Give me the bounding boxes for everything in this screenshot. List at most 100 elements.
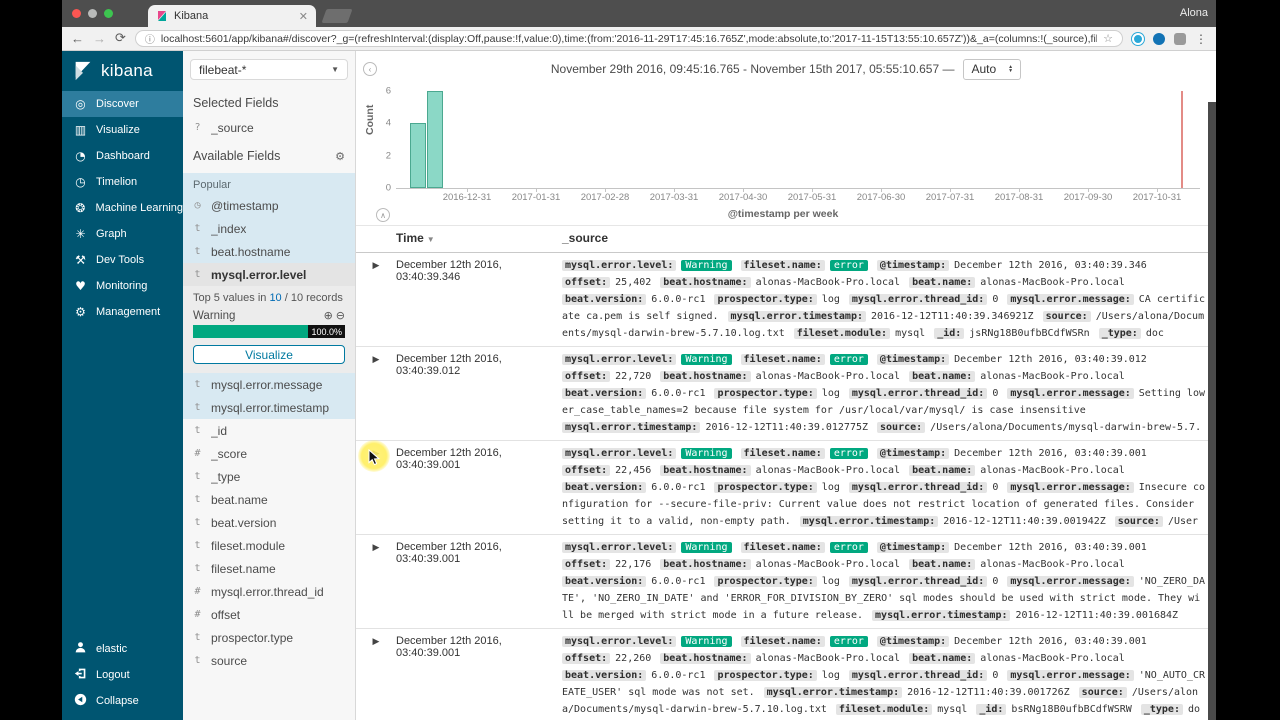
sidebar-footer-elastic[interactable]: elastic (62, 636, 183, 662)
extension-icon-2[interactable] (1153, 33, 1165, 45)
refresh-icon[interactable]: ⟳ (115, 32, 126, 45)
field-value: alonas-MacBook-Pro.local (756, 653, 901, 664)
field-item-beat-hostname[interactable]: tbeat.hostname (183, 240, 355, 263)
field-value: log (822, 482, 840, 493)
sidebar-item-timelion[interactable]: ◷Timelion (62, 169, 183, 195)
extension-icon-1[interactable] (1132, 33, 1144, 45)
forward-icon[interactable]: → (93, 32, 106, 45)
field-item-mysql-error-message[interactable]: tmysql.error.message (183, 373, 355, 396)
sidebar-item-discover[interactable]: ◎Discover (62, 91, 183, 117)
page-info-icon[interactable]: ⓘ (145, 31, 155, 46)
doc-source: mysql.error.level:Warningfileset.name:er… (562, 445, 1216, 530)
sidebar-item-graph[interactable]: ✳Graph (62, 221, 183, 247)
histogram-plot-area[interactable]: 64202016-12-312017-01-312017-02-282017-0… (396, 91, 1200, 189)
field-value: alonas-MacBook-Pro.local (756, 465, 901, 476)
field-item-fileset-module[interactable]: tfileset.module (183, 534, 355, 557)
field-settings-gear-icon[interactable]: ⚙ (335, 150, 345, 163)
field-key-badge: beat.name: (909, 277, 975, 288)
field-item-fileset-name[interactable]: tfileset.name (183, 557, 355, 580)
time-range-end-marker (1181, 91, 1183, 188)
field-value: log (822, 388, 840, 399)
field-item-mysql-error-level[interactable]: tmysql.error.level (183, 263, 355, 286)
field-key-badge: beat.hostname: (660, 371, 750, 382)
new-tab-button[interactable] (321, 9, 352, 23)
filter-for-value-icon[interactable]: ⊕ (324, 309, 333, 322)
interval-select[interactable]: Auto ▲▼ (963, 59, 1021, 80)
field-item-beat-name[interactable]: tbeat.name (183, 488, 355, 511)
expand-doc-caret-icon[interactable]: ▶ (356, 539, 396, 624)
field-name: prospector.type (211, 631, 293, 645)
browser-menu-icon[interactable]: ⋮ (1195, 32, 1207, 46)
field-item-timestamp[interactable]: ◷@timestamp (183, 194, 355, 217)
close-window-button[interactable] (72, 9, 81, 18)
minimize-window-button[interactable] (88, 9, 97, 18)
histogram-bar[interactable] (427, 91, 443, 188)
field-item-prospector-type[interactable]: tprospector.type (183, 626, 355, 649)
page-scrollbar[interactable] (1208, 102, 1216, 720)
field-item-source[interactable]: ?_source (183, 116, 355, 139)
field-item-source[interactable]: tsource (183, 649, 355, 672)
sidebar-item-label: Discover (96, 98, 139, 110)
sidebar-footer-collapse[interactable]: Collapse (62, 688, 183, 714)
sidebar-item-machine-learning[interactable]: ❂Machine Learning (62, 195, 183, 221)
column-header-source: _source (562, 231, 608, 245)
kibana-logo[interactable]: kibana (62, 51, 183, 91)
expand-doc-caret-icon[interactable]: ▶ (356, 351, 396, 436)
field-key-badge: mysql.error.thread_id: (849, 294, 987, 305)
field-item-offset[interactable]: #offset (183, 603, 355, 626)
sidebar-item-management[interactable]: ⚙Management (62, 299, 183, 325)
collapse-histogram-button[interactable]: ∧ (376, 208, 390, 222)
x-tick-label: 2017-03-31 (642, 192, 706, 203)
sidebar-footer-logout[interactable]: Logout (62, 662, 183, 688)
field-value-highlight: error (830, 354, 868, 365)
maximize-window-button[interactable] (104, 9, 113, 18)
sidebar-item-label: Timelion (96, 176, 137, 188)
sidebar-item-dashboard[interactable]: ◔Dashboard (62, 143, 183, 169)
expand-doc-caret-icon[interactable]: ▶ (356, 257, 396, 342)
field-item-score[interactable]: #_score (183, 442, 355, 465)
visualize-button[interactable]: Visualize (193, 345, 345, 364)
field-item-id[interactable]: t_id (183, 419, 355, 442)
field-item-type[interactable]: t_type (183, 465, 355, 488)
field-item-index[interactable]: t_index (183, 217, 355, 240)
field-key-badge: mysql.error.timestamp: (800, 516, 938, 527)
tab-close-icon[interactable]: ✕ (299, 10, 308, 23)
back-icon[interactable]: ← (71, 32, 84, 45)
browser-tab[interactable]: Kibana ✕ (148, 5, 316, 27)
x-tick-label: 2017-08-31 (987, 192, 1051, 203)
extension-icon-3[interactable] (1174, 33, 1186, 45)
sidebar-item-visualize[interactable]: ▥Visualize (62, 117, 183, 143)
column-header-time[interactable]: Time▼ (356, 231, 562, 245)
string-type-icon: t (193, 471, 202, 482)
sidebar-item-monitoring[interactable]: ♥Monitoring (62, 273, 183, 299)
management-icon: ⚙ (73, 305, 88, 319)
time-range-text: November 29th 2016, 09:45:16.765 - Novem… (551, 62, 955, 76)
y-tick-label: 6 (386, 86, 391, 97)
collapse-fields-sidebar-button[interactable]: ‹ (363, 62, 377, 76)
field-value: log (822, 670, 840, 681)
field-key-badge: fileset.module: (794, 328, 890, 339)
address-bar[interactable]: ⓘ localhost:5601/app/kibana#/discover?_g… (135, 30, 1123, 47)
sidebar-item-dev-tools[interactable]: ⚒Dev Tools (62, 247, 183, 273)
popular-fields-section: Popular ◷@timestampt_indextbeat.hostname… (183, 173, 355, 419)
field-name: source (211, 654, 247, 668)
field-item-beat-version[interactable]: tbeat.version (183, 511, 355, 534)
field-item-mysql-error-thread-id[interactable]: #mysql.error.thread_id (183, 580, 355, 603)
field-key-badge: source: (1115, 516, 1163, 527)
field-key-badge: _id: (976, 704, 1006, 715)
field-value: alonas-MacBook-Pro.local (980, 371, 1125, 382)
field-value: 2016-12-12T11:40:39.346921Z (871, 311, 1034, 322)
field-value: alonas-MacBook-Pro.local (980, 465, 1125, 476)
table-row: ▶December 12th 2016, 03:40:39.012mysql.e… (356, 347, 1216, 441)
field-item-mysql-error-timestamp[interactable]: tmysql.error.timestamp (183, 396, 355, 419)
letterbox-right (1216, 0, 1280, 720)
field-details-summary: Top 5 values in 10 / 10 records (189, 289, 349, 309)
sidebar-item-label: Dashboard (96, 150, 150, 162)
bookmark-star-icon[interactable]: ☆ (1103, 32, 1113, 45)
histogram-bar[interactable] (410, 123, 426, 188)
records-count-link[interactable]: 10 (269, 292, 281, 304)
filter-out-value-icon[interactable]: ⊖ (336, 309, 345, 322)
field-value: log (822, 576, 840, 587)
expand-doc-caret-icon[interactable]: ▶ (356, 633, 396, 718)
index-pattern-select[interactable]: filebeat-* ▼ (190, 59, 348, 80)
